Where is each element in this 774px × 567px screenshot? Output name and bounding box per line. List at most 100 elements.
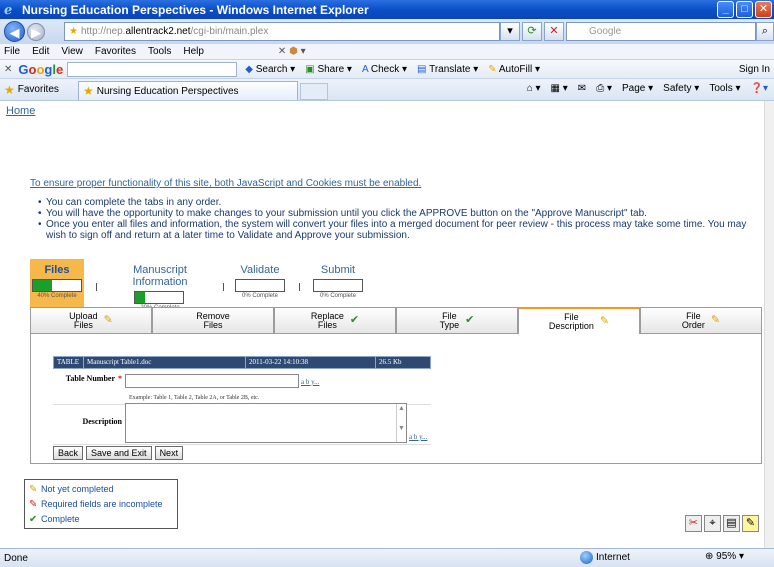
ie-logo-icon: ℯ: [4, 1, 13, 17]
menu-bar: File Edit View Favorites Tools Help ✕ ⬢ …: [0, 44, 774, 60]
textarea-scrollbar[interactable]: ▲ ▼: [396, 404, 406, 442]
menu-help[interactable]: Help: [183, 46, 204, 57]
print-icon[interactable]: ⎙ ▾: [596, 83, 612, 94]
tab-file-type[interactable]: File Type ✔: [396, 307, 518, 334]
help-icon[interactable]: ❓▾: [751, 83, 768, 94]
home-link[interactable]: Home: [6, 105, 35, 117]
dropdown-icon[interactable]: ▾: [500, 22, 520, 41]
close-icon[interactable]: ✕: [4, 64, 12, 75]
instructions-list: You can complete the tabs in any order. …: [38, 197, 758, 241]
refresh-icon[interactable]: ⟳: [522, 22, 542, 41]
forward-arrow-icon[interactable]: ▶: [27, 22, 45, 41]
table-number-example: Example: Table 1, Table 2, Table 2A, or …: [129, 395, 260, 401]
new-tab-button[interactable]: [300, 83, 328, 100]
home-icon[interactable]: ⌂ ▾: [527, 83, 541, 94]
google-search-button[interactable]: ◆ Search ▾: [245, 64, 295, 75]
tab-upload-files[interactable]: Upload Files ✎: [30, 307, 152, 334]
complete-check-icon: ✔: [349, 314, 360, 326]
pending-pencil-icon: ✎: [599, 315, 610, 327]
table-number-input[interactable]: [125, 374, 299, 388]
progress-fill: [135, 292, 145, 303]
tab-file-description[interactable]: File Description ✎: [518, 307, 640, 334]
google-search-input[interactable]: [67, 61, 238, 77]
required-mark: *: [118, 374, 122, 383]
step-manuscript-information[interactable]: Manuscript Information 20% Complete: [108, 264, 212, 311]
favorites-button[interactable]: Favorites: [18, 84, 59, 95]
progress-bar: [134, 291, 184, 304]
table-row: TABLE Manuscript Table1.doc 2011-03-22 1…: [53, 356, 431, 369]
tab-file-order[interactable]: File Order ✎: [640, 307, 762, 334]
tools-menu[interactable]: Tools ▾: [709, 83, 740, 94]
progress-bar: [32, 279, 82, 292]
step-validate[interactable]: Validate 0% Complete: [233, 264, 287, 299]
list-item: Once you enter all files and information…: [38, 219, 758, 241]
url-field[interactable]: ★ http://nep. allentrack2.net/cgi-bin/mai…: [64, 22, 500, 41]
favorites-bar: ★ Favorites ★ Nursing Education Perspect…: [0, 79, 774, 101]
minimize-button[interactable]: _: [717, 1, 734, 18]
search-icon[interactable]: ⌕: [756, 22, 774, 41]
back-button[interactable]: Back: [53, 446, 84, 460]
stop-icon[interactable]: ✕: [544, 22, 564, 41]
close-button[interactable]: ✕: [755, 1, 772, 18]
tab-remove-files[interactable]: Remove Files: [152, 307, 274, 334]
translate-icon: ▤: [417, 63, 427, 75]
command-bar: ⌂ ▾ ▦ ▾ ✉ ⎙ ▾ Page ▾ Safety ▾ Tools ▾ ❓▾: [527, 83, 768, 94]
status-bar: Done Internet ⊕ 95% ▾: [0, 548, 774, 567]
step-submit[interactable]: Submit 0% Complete: [311, 264, 365, 299]
table-number-label: Table Number: [65, 374, 115, 383]
search-field[interactable]: Google: [566, 22, 756, 41]
maximize-button[interactable]: □: [736, 1, 753, 18]
progress-fill: [33, 280, 53, 291]
tab-favicon-icon: ★: [83, 84, 94, 98]
google-check-button[interactable]: A Check ▾: [362, 64, 407, 75]
description-textarea[interactable]: ▲ ▼: [125, 403, 407, 443]
menu-tools[interactable]: Tools: [148, 46, 171, 57]
back-arrow-icon[interactable]: ◀: [4, 21, 25, 42]
menu-file[interactable]: File: [4, 46, 20, 57]
list-item: You can complete the tabs in any order.: [38, 197, 758, 208]
security-zone[interactable]: Internet: [580, 551, 630, 564]
feeds-icon[interactable]: ▦ ▾: [551, 83, 568, 94]
complete-check-icon: ✔: [465, 314, 475, 326]
javascript-warning-link[interactable]: To ensure proper functionality of this s…: [30, 178, 421, 189]
mail-icon[interactable]: ✉: [578, 83, 586, 94]
pending-pencil-icon: ✎: [103, 314, 113, 326]
google-logo: Google: [18, 61, 64, 77]
status-legend: ✎ Not yet completed ✎ Required fields are …: [24, 479, 178, 529]
pending-pencil-icon: ✎: [710, 314, 721, 326]
note-icon[interactable]: ✎: [742, 515, 759, 532]
menu-view[interactable]: View: [61, 46, 83, 57]
step-files[interactable]: Files 40% Complete: [30, 264, 84, 299]
google-toolbar: ✕ Google ◆ Search ▾ ▣ Share ▾ A Check ▾ …: [0, 60, 774, 79]
check-icon: A: [361, 63, 369, 75]
favorites-star-icon: ★: [4, 82, 15, 97]
google-autofill-button[interactable]: ✎ AutoFill ▾: [488, 64, 540, 75]
menu-edit[interactable]: Edit: [32, 46, 49, 57]
next-button[interactable]: Next: [154, 446, 184, 460]
extra-toolbar-icon[interactable]: ✕ ⬢ ▾: [278, 46, 306, 57]
save-and-exit-button[interactable]: Save and Exit: [86, 446, 152, 460]
google-share-button[interactable]: ▣ Share ▾: [305, 64, 352, 75]
error-pencil-icon: ✎: [29, 499, 38, 510]
tools-icon[interactable]: ✂: [685, 515, 702, 532]
google-signin-button[interactable]: Sign In: [739, 64, 770, 75]
spell-check-link[interactable]: a b y...: [301, 378, 319, 388]
zoom-control[interactable]: ⊕ 95% ▾: [705, 551, 744, 562]
window-controls: _ □ ✕: [717, 1, 772, 18]
document-icon[interactable]: ▤: [723, 515, 740, 532]
page-scrollbar[interactable]: [764, 101, 774, 548]
menu-favorites[interactable]: Favorites: [95, 46, 136, 57]
binoculars-icon[interactable]: ⌖: [704, 515, 721, 532]
table-number-row: Table Number * a b y...: [53, 374, 319, 388]
tab-replace-files[interactable]: Replace Files ✔: [274, 307, 396, 334]
title-bar: ℯ Nursing Education Perspectives - Windo…: [0, 0, 774, 19]
spell-check-link[interactable]: a b y...: [409, 433, 427, 443]
page-menu[interactable]: Page ▾: [622, 83, 653, 94]
google-translate-button[interactable]: ▤ Translate ▾: [417, 64, 478, 75]
description-row: Description ▲ ▼ a b y...: [53, 403, 427, 443]
safety-menu[interactable]: Safety ▾: [663, 83, 699, 94]
file-info-table: TABLE Manuscript Table1.doc 2011-03-22 1…: [53, 356, 431, 369]
browser-tab[interactable]: ★ Nursing Education Perspectives: [78, 81, 298, 100]
window-title: Nursing Education Perspectives - Windows…: [22, 2, 369, 17]
globe-icon: [580, 551, 593, 564]
